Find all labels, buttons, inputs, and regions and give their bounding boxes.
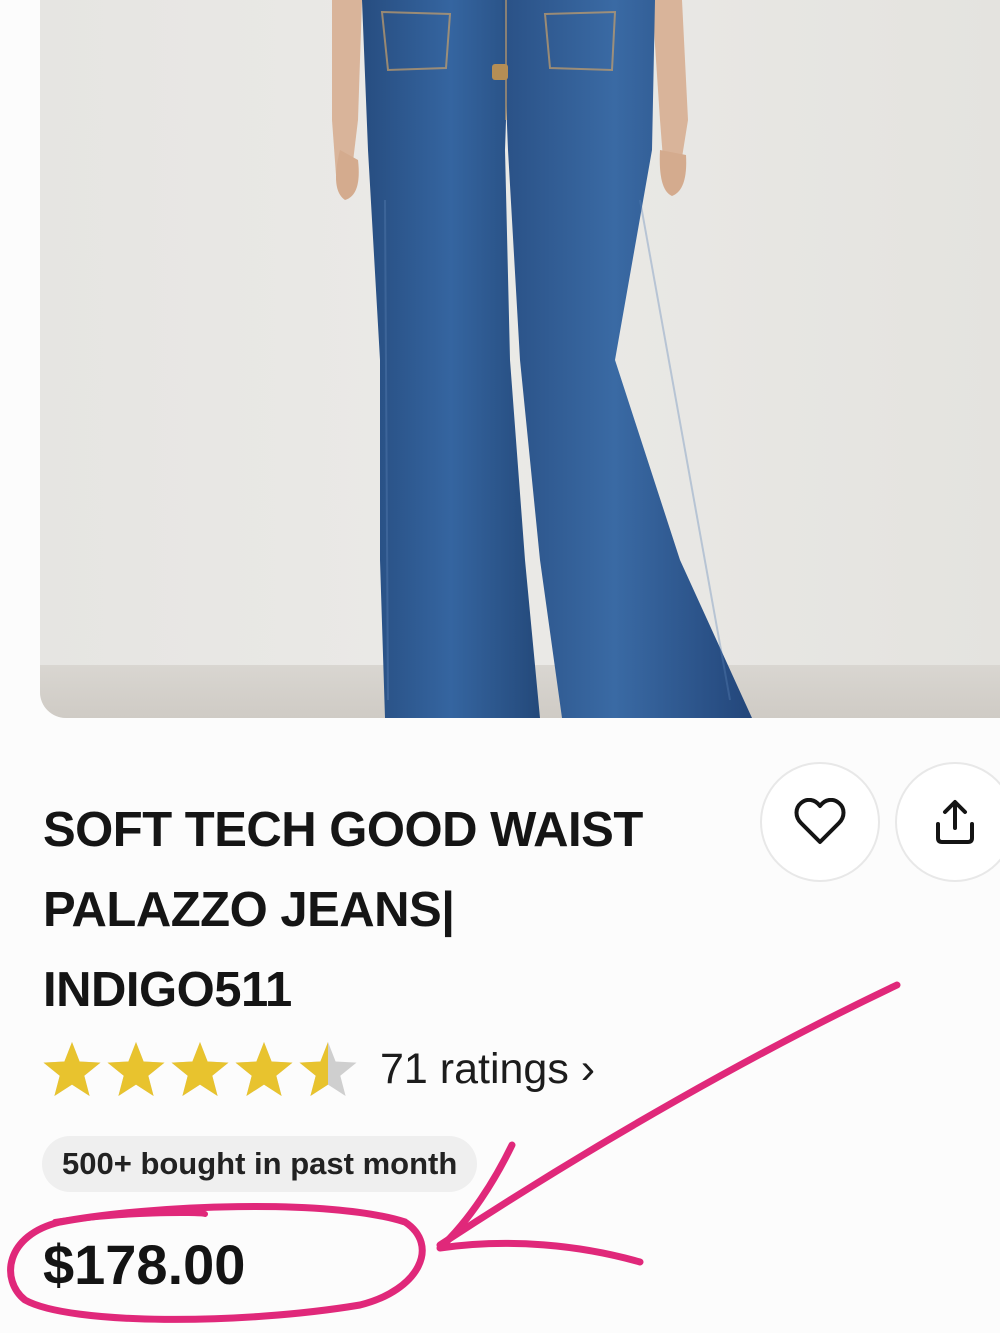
product-title: SOFT TECH GOOD WAIST PALAZZO JEANS| INDI… — [43, 790, 743, 1030]
price: $178.00 — [43, 1233, 246, 1296]
star-icon — [235, 1042, 293, 1096]
star-icon — [171, 1042, 229, 1096]
jeans-photo — [40, 0, 1000, 718]
product-image[interactable] — [40, 0, 1000, 718]
star-icon — [107, 1042, 165, 1096]
heart-icon — [794, 798, 846, 844]
product-title-line-1: SOFT TECH GOOD WAIST — [43, 803, 643, 857]
product-title-line-3: INDIGO511 — [43, 963, 292, 1017]
share-button[interactable] — [895, 762, 1000, 882]
ratings-link[interactable]: 71 ratings › — [380, 1045, 595, 1094]
product-title-line-2: PALAZZO JEANS| — [43, 883, 455, 937]
star-rating — [42, 1040, 358, 1098]
share-icon — [936, 800, 974, 844]
star-icon — [43, 1042, 101, 1096]
star-icon — [299, 1042, 357, 1096]
bought-badge: 500+ bought in past month — [42, 1136, 478, 1192]
favorite-button[interactable] — [760, 762, 880, 882]
rating-row[interactable]: 71 ratings › — [42, 1036, 595, 1102]
